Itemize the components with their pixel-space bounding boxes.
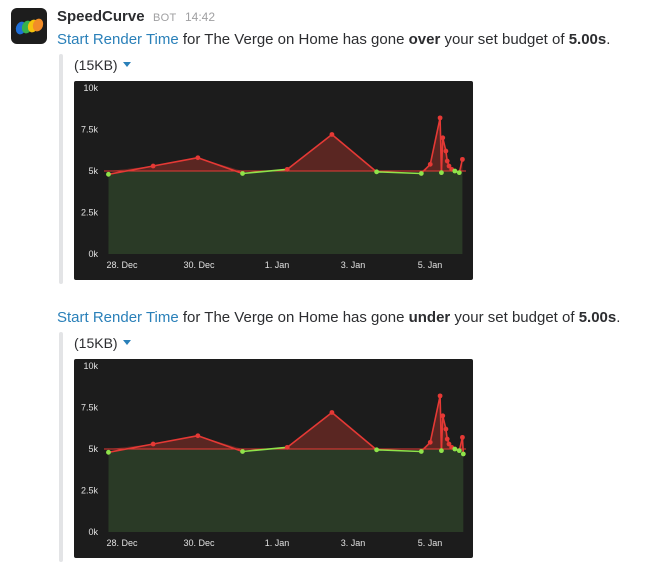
data-point[interactable] xyxy=(329,410,335,415)
series-segment xyxy=(461,437,465,455)
caret-down-icon[interactable] xyxy=(122,61,131,67)
message-timestamp[interactable]: 14:42 xyxy=(185,10,215,24)
data-point[interactable] xyxy=(150,163,156,169)
attachment-size-toggle[interactable]: (15KB) xyxy=(74,57,131,73)
attachment-bar xyxy=(59,54,63,284)
over-budget-area xyxy=(108,117,463,171)
y-tick-label: 0k xyxy=(88,527,98,537)
data-point[interactable] xyxy=(456,448,462,454)
render-time-chart-1: 10k 7.5k 5k 2.5k 0k 28. Dec 30. Dec 1. Jan 3. Ja… xyxy=(74,81,473,280)
attachment-bar xyxy=(59,332,63,562)
area-under-line xyxy=(108,117,463,255)
x-tick-label: 3. Jan xyxy=(341,538,366,548)
area-under-line xyxy=(108,395,464,532)
data-point[interactable] xyxy=(456,170,462,176)
data-point[interactable] xyxy=(460,156,465,162)
y-tick-label: 7.5k xyxy=(81,125,99,135)
y-tick-label: 5k xyxy=(88,166,98,176)
data-point[interactable] xyxy=(329,132,335,137)
speedcurve-logo-icon xyxy=(15,18,44,35)
data-point[interactable] xyxy=(150,441,156,447)
alert-message-under: Start Render Time for The Verge on Home … xyxy=(57,309,621,326)
x-tick-label: 28. Dec xyxy=(106,260,138,270)
data-point[interactable] xyxy=(439,448,444,454)
attachment-size: (15KB) xyxy=(74,57,118,73)
attachment-size-toggle[interactable]: (15KB) xyxy=(74,335,131,351)
x-tick-label: 30. Dec xyxy=(183,538,215,548)
data-point[interactable] xyxy=(444,158,450,164)
data-point[interactable] xyxy=(460,434,465,440)
budget-value: 5.00s xyxy=(568,31,607,48)
data-point[interactable] xyxy=(427,161,433,167)
alert-message-over: Start Render Time for The Verge on Home … xyxy=(57,31,611,48)
data-point[interactable] xyxy=(460,451,466,457)
y-tick-label: 10k xyxy=(83,361,98,371)
x-tick-label: 3. Jan xyxy=(341,260,366,270)
data-point[interactable] xyxy=(452,168,458,174)
direction-text: over xyxy=(408,31,441,48)
data-point[interactable] xyxy=(440,413,446,419)
data-point[interactable] xyxy=(418,171,424,176)
y-tick-label: 5k xyxy=(88,444,98,454)
y-tick-label: 0k xyxy=(88,249,98,259)
metric-link[interactable]: Start Render Time xyxy=(57,31,179,48)
data-point[interactable] xyxy=(427,439,433,445)
data-point[interactable] xyxy=(284,166,290,172)
chart-svg: 10k 7.5k 5k 2.5k 0k 28. Dec 30. Dec 1. Jan 3. Ja… xyxy=(81,361,466,548)
data-point[interactable] xyxy=(418,449,424,454)
data-point[interactable] xyxy=(443,426,449,432)
render-time-chart-2: 10k 7.5k 5k 2.5k 0k 28. Dec 30. Dec 1. Jan 3. Ja… xyxy=(74,359,473,558)
chart-svg: 10k 7.5k 5k 2.5k 0k 28. Dec 30. Dec 1. Jan 3. Ja… xyxy=(81,83,466,270)
direction-text: under xyxy=(408,309,451,326)
metric-link[interactable]: Start Render Time xyxy=(57,309,179,326)
data-point[interactable] xyxy=(443,148,449,154)
data-point[interactable] xyxy=(195,155,201,161)
sender-name[interactable]: SpeedCurve xyxy=(57,8,145,25)
data-point[interactable] xyxy=(106,449,111,455)
y-tick-label: 2.5k xyxy=(81,208,99,218)
data-point[interactable] xyxy=(452,446,458,452)
message-header: SpeedCurve BOT 14:42 xyxy=(57,8,215,28)
x-tick-label: 5. Jan xyxy=(418,538,443,548)
x-tick-label: 28. Dec xyxy=(106,538,138,548)
data-point[interactable] xyxy=(240,449,245,454)
speedcurve-avatar[interactable] xyxy=(11,8,47,44)
x-tick-label: 30. Dec xyxy=(183,260,215,270)
data-point[interactable] xyxy=(437,393,443,399)
y-tick-label: 2.5k xyxy=(81,486,99,496)
y-tick-label: 10k xyxy=(83,83,98,93)
data-point[interactable] xyxy=(374,447,380,453)
x-tick-label: 1. Jan xyxy=(265,538,290,548)
data-point[interactable] xyxy=(439,170,444,176)
data-point[interactable] xyxy=(284,444,290,450)
data-point[interactable] xyxy=(106,171,111,177)
y-tick-label: 7.5k xyxy=(81,403,99,413)
data-point[interactable] xyxy=(440,135,446,141)
data-point[interactable] xyxy=(444,436,450,442)
attachment-size: (15KB) xyxy=(74,335,118,351)
x-tick-label: 1. Jan xyxy=(265,260,290,270)
x-tick-label: 5. Jan xyxy=(418,260,443,270)
caret-down-icon[interactable] xyxy=(122,339,131,345)
budget-value: 5.00s xyxy=(578,309,617,326)
over-budget-area xyxy=(108,395,464,449)
data-point[interactable] xyxy=(374,169,380,175)
data-point[interactable] xyxy=(195,433,201,439)
bot-badge: BOT xyxy=(153,12,177,24)
data-point[interactable] xyxy=(437,115,443,121)
data-point[interactable] xyxy=(240,171,245,176)
